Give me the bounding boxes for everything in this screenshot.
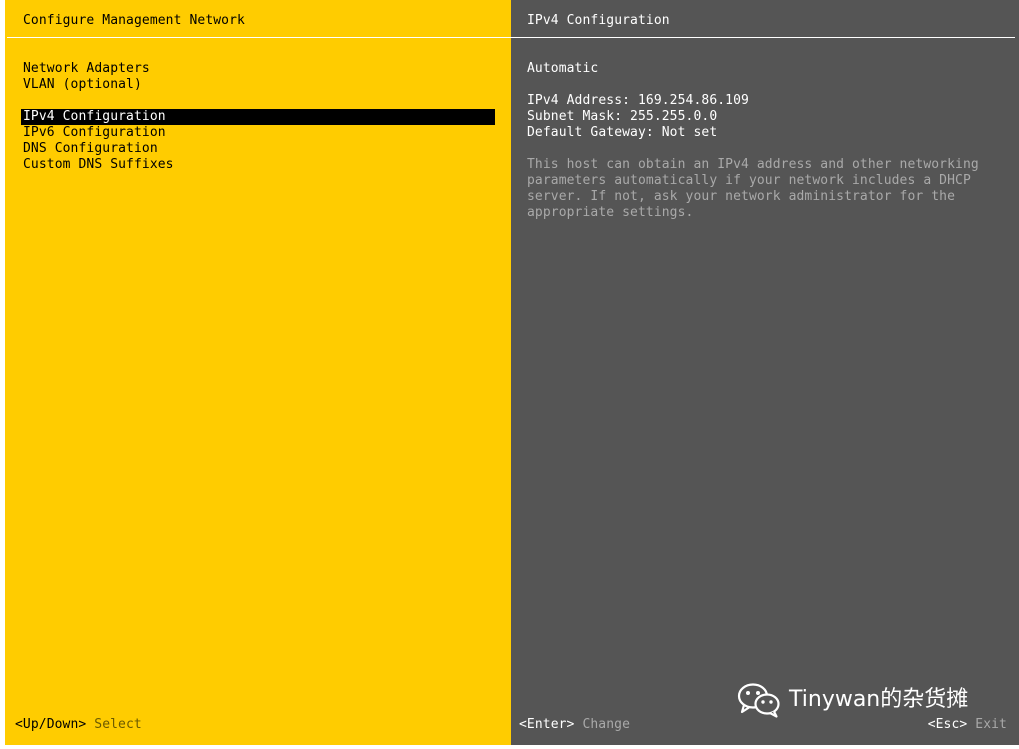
menu-item-custom-dns-suffixes[interactable]: Custom DNS Suffixes bbox=[21, 157, 495, 173]
subnet-mask: Subnet Mask: 255.255.0.0 bbox=[527, 109, 718, 124]
configuration-menu: Network Adapters VLAN (optional) IPv4 Co… bbox=[21, 61, 495, 173]
ipv4-address: IPv4 Address: 169.254.86.109 bbox=[527, 93, 749, 108]
menu-item-ipv4-configuration[interactable]: IPv4 Configuration bbox=[21, 109, 495, 125]
ipv4-mode: Automatic bbox=[527, 61, 599, 76]
watermark-text: Tinywan的杂货摊 bbox=[789, 687, 969, 712]
change-key: <Enter> bbox=[519, 717, 575, 732]
menu-item-ipv6-configuration[interactable]: IPv6 Configuration bbox=[21, 125, 495, 141]
menu-item-dns-configuration[interactable]: DNS Configuration bbox=[21, 141, 495, 157]
ipv4-description: This host can obtain an IPv4 address and… bbox=[527, 157, 979, 220]
exit-key: <Esc> bbox=[927, 717, 968, 732]
select-hint[interactable]: <Up/Down> Select bbox=[15, 717, 142, 733]
wechat-icon bbox=[737, 683, 780, 718]
select-key: <Up/Down> bbox=[15, 717, 87, 732]
change-hint[interactable]: <Enter> Change bbox=[519, 717, 630, 733]
default-gateway: Default Gateway: Not set bbox=[527, 125, 718, 140]
exit-label: Exit bbox=[975, 717, 1007, 732]
select-label: Select bbox=[94, 717, 142, 732]
right-title-divider bbox=[511, 37, 1015, 38]
left-pane-title: Configure Management Network bbox=[23, 13, 245, 28]
right-pane-title: IPv4 Configuration bbox=[527, 13, 670, 28]
menu-item-network-adapters[interactable]: Network Adapters bbox=[21, 61, 495, 77]
exit-hint[interactable]: <Esc> Exit bbox=[928, 717, 1007, 733]
menu-spacer bbox=[21, 93, 495, 109]
ipv4-detail: Automatic IPv4 Address: 169.254.86.109 S… bbox=[527, 61, 997, 221]
change-label: Change bbox=[582, 717, 630, 732]
esxi-dcui-screen: Configure Management Network Network Ada… bbox=[0, 0, 1019, 749]
left-title-divider bbox=[7, 37, 511, 38]
watermark: Tinywan的杂货摊 bbox=[737, 682, 968, 718]
right-pane: IPv4 Configuration Automatic IPv4 Addres… bbox=[511, 0, 1019, 745]
menu-item-vlan[interactable]: VLAN (optional) bbox=[21, 77, 495, 93]
left-pane: Configure Management Network Network Ada… bbox=[5, 0, 511, 745]
